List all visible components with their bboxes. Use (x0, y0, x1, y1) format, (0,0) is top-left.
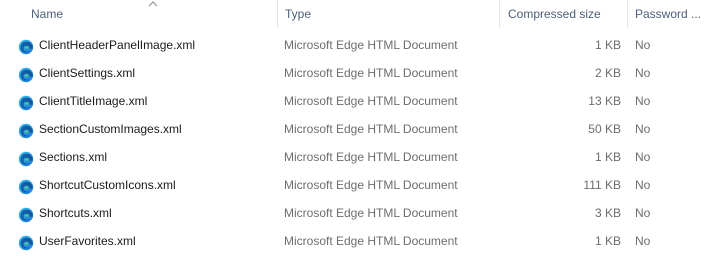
edge-html-icon (18, 149, 34, 167)
edge-html-icon (18, 205, 34, 223)
file-password-protected: No (635, 66, 651, 80)
column-divider[interactable] (277, 0, 278, 28)
file-name: Sections.xml (39, 150, 108, 164)
file-compressed-size: 2 KB (594, 66, 621, 80)
column-header-compressed-size[interactable]: Compressed size (508, 0, 626, 28)
file-row[interactable]: SectionCustomImages.xml Microsoft Edge H… (0, 115, 709, 143)
column-header-type-label: Type (285, 7, 312, 21)
file-type: Microsoft Edge HTML Document (284, 94, 458, 108)
file-password-protected: No (635, 122, 651, 136)
edge-html-icon (18, 233, 34, 251)
file-password-protected: No (635, 38, 651, 52)
file-name-cell[interactable]: UserFavorites.xml (18, 227, 276, 255)
column-header-compressed-size-label: Compressed size (508, 7, 601, 21)
file-name-cell[interactable]: ClientTitleImage.xml (18, 87, 276, 115)
file-password-protected: No (635, 94, 651, 108)
edge-html-icon (18, 93, 34, 111)
edge-html-icon (18, 37, 34, 55)
file-type: Microsoft Edge HTML Document (284, 66, 458, 80)
file-name-cell[interactable]: ClientSettings.xml (18, 59, 276, 87)
file-type: Microsoft Edge HTML Document (284, 234, 458, 248)
file-name: ClientTitleImage.xml (39, 94, 148, 108)
file-list: ClientHeaderPanelImage.xml Microsoft Edg… (0, 31, 709, 255)
file-compressed-size: 1 KB (594, 38, 621, 52)
edge-html-icon (18, 121, 34, 139)
column-divider[interactable] (499, 0, 500, 28)
column-divider[interactable] (627, 0, 628, 28)
file-password-protected: No (635, 234, 651, 248)
file-name-cell[interactable]: ClientHeaderPanelImage.xml (18, 31, 276, 59)
file-name-cell[interactable]: Shortcuts.xml (18, 199, 276, 227)
column-header-name-label: Name (31, 7, 64, 21)
file-name: UserFavorites.xml (39, 234, 136, 248)
file-compressed-size: 13 KB (588, 94, 621, 108)
file-compressed-size: 1 KB (594, 150, 621, 164)
file-name-cell[interactable]: ShortcutCustomIcons.xml (18, 171, 276, 199)
file-compressed-size: 1 KB (594, 234, 621, 248)
file-name: SectionCustomImages.xml (39, 122, 182, 136)
file-password-protected: No (635, 178, 651, 192)
file-type: Microsoft Edge HTML Document (284, 206, 458, 220)
edge-html-icon (18, 65, 34, 83)
file-password-protected: No (635, 150, 651, 164)
file-type: Microsoft Edge HTML Document (284, 38, 458, 52)
file-row[interactable]: Shortcuts.xml Microsoft Edge HTML Docume… (0, 199, 709, 227)
file-name-cell[interactable]: SectionCustomImages.xml (18, 115, 276, 143)
column-header-type[interactable]: Type (285, 0, 499, 28)
file-name-cell[interactable]: Sections.xml (18, 143, 276, 171)
file-name: ClientHeaderPanelImage.xml (39, 38, 196, 52)
column-header-bar: Name Type Compressed size Password ... (0, 0, 709, 28)
file-compressed-size: 50 KB (588, 122, 621, 136)
file-row[interactable]: ClientTitleImage.xml Microsoft Edge HTML… (0, 87, 709, 115)
column-header-password[interactable]: Password ... (635, 0, 705, 28)
chevron-up-icon (148, 1, 158, 7)
file-compressed-size: 111 KB (583, 178, 621, 192)
file-row[interactable]: ClientSettings.xml Microsoft Edge HTML D… (0, 59, 709, 87)
edge-html-icon (18, 177, 34, 195)
file-row[interactable]: UserFavorites.xml Microsoft Edge HTML Do… (0, 227, 709, 255)
file-name: ClientSettings.xml (39, 66, 136, 80)
file-name: Shortcuts.xml (39, 206, 112, 220)
file-type: Microsoft Edge HTML Document (284, 150, 458, 164)
file-type: Microsoft Edge HTML Document (284, 122, 458, 136)
column-header-password-label: Password ... (635, 7, 702, 21)
file-type: Microsoft Edge HTML Document (284, 178, 458, 192)
file-password-protected: No (635, 206, 651, 220)
file-row[interactable]: Sections.xml Microsoft Edge HTML Documen… (0, 143, 709, 171)
file-row[interactable]: ShortcutCustomIcons.xml Microsoft Edge H… (0, 171, 709, 199)
file-compressed-size: 3 KB (594, 206, 621, 220)
file-row[interactable]: ClientHeaderPanelImage.xml Microsoft Edg… (0, 31, 709, 59)
file-name: ShortcutCustomIcons.xml (39, 178, 176, 192)
